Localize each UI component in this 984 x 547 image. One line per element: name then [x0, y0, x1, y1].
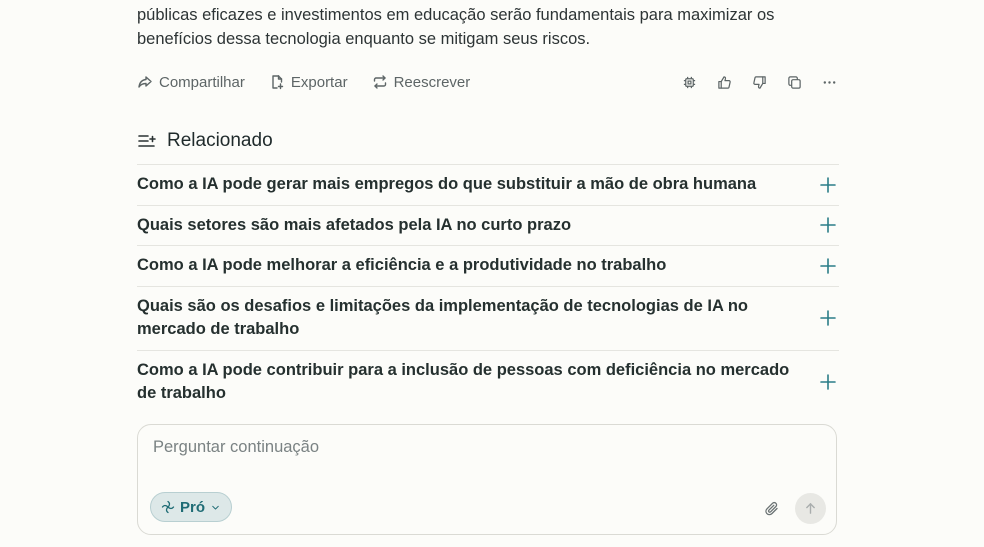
chip-button[interactable] [679, 72, 699, 92]
arrow-up-icon [806, 503, 815, 514]
related-list-icon [138, 135, 156, 147]
copy-icon [787, 75, 801, 89]
page: públicas eficazes e investimentos em edu… [0, 0, 984, 547]
chevron-down-icon [212, 505, 219, 510]
pro-toggle[interactable]: Pró [150, 492, 232, 522]
thumbs-up-button[interactable] [714, 72, 734, 92]
chip-icon [683, 76, 695, 88]
more-icon [823, 80, 835, 84]
plus-icon[interactable] [819, 309, 837, 327]
rewrite-button[interactable]: Reescrever [372, 73, 471, 91]
thumbs-down-button[interactable] [749, 72, 769, 92]
related-item[interactable]: Como a IA pode melhorar a eficiência e a… [137, 245, 839, 286]
answer-actions: Compartilhar Exportar Reescrever [137, 70, 839, 94]
send-button[interactable] [795, 493, 826, 524]
plus-icon[interactable] [819, 257, 837, 275]
pro-icon [161, 500, 175, 514]
answer-text: públicas eficazes e investimentos em edu… [137, 3, 837, 51]
export-button[interactable]: Exportar [269, 74, 348, 91]
related-question: Quais são os desafios e limitações da im… [137, 296, 748, 339]
plus-icon[interactable] [819, 176, 837, 194]
related-question: Quais setores são mais afetados pela IA … [137, 215, 572, 234]
answer-line-2: benefícios dessa tecnologia enquanto se … [137, 30, 591, 48]
attach-button[interactable] [762, 499, 782, 519]
plus-icon[interactable] [819, 216, 837, 234]
more-button[interactable] [819, 72, 839, 92]
pro-label: Pró [180, 498, 206, 516]
related-item[interactable]: Como a IA pode gerar mais empregos do qu… [137, 164, 839, 205]
rewrite-label: Reescrever [393, 73, 471, 91]
related-list: Como a IA pode gerar mais empregos do qu… [137, 164, 839, 414]
share-icon [138, 76, 152, 88]
rewrite-icon [373, 75, 386, 89]
composer: Pró [137, 424, 837, 535]
copy-button[interactable] [784, 72, 804, 92]
export-label: Exportar [290, 73, 348, 91]
related-item[interactable]: Quais setores são mais afetados pela IA … [137, 204, 839, 246]
export-icon [272, 75, 284, 90]
thumbs-down-icon [752, 75, 766, 89]
related-header: Relacionado [137, 130, 273, 152]
share-button[interactable]: Compartilhar [137, 74, 245, 91]
follow-up-input[interactable] [153, 438, 753, 457]
related-question: Como a IA pode melhorar a eficiência e a… [137, 256, 667, 274]
answer-line-1: públicas eficazes e investimentos em edu… [137, 6, 775, 24]
thumbs-up-icon [717, 75, 731, 89]
related-item[interactable]: Como a IA pode contribuir para a inclusã… [137, 349, 839, 414]
share-label: Compartilhar [159, 73, 245, 91]
related-item[interactable]: Quais são os desafios e limitações da im… [137, 285, 839, 350]
plus-icon[interactable] [819, 373, 837, 391]
paperclip-icon [765, 501, 778, 516]
related-question: Como a IA pode contribuir para a inclusã… [137, 360, 790, 403]
related-question: Como a IA pode gerar mais empregos do qu… [137, 175, 757, 193]
related-title: Relacionado [167, 130, 273, 151]
